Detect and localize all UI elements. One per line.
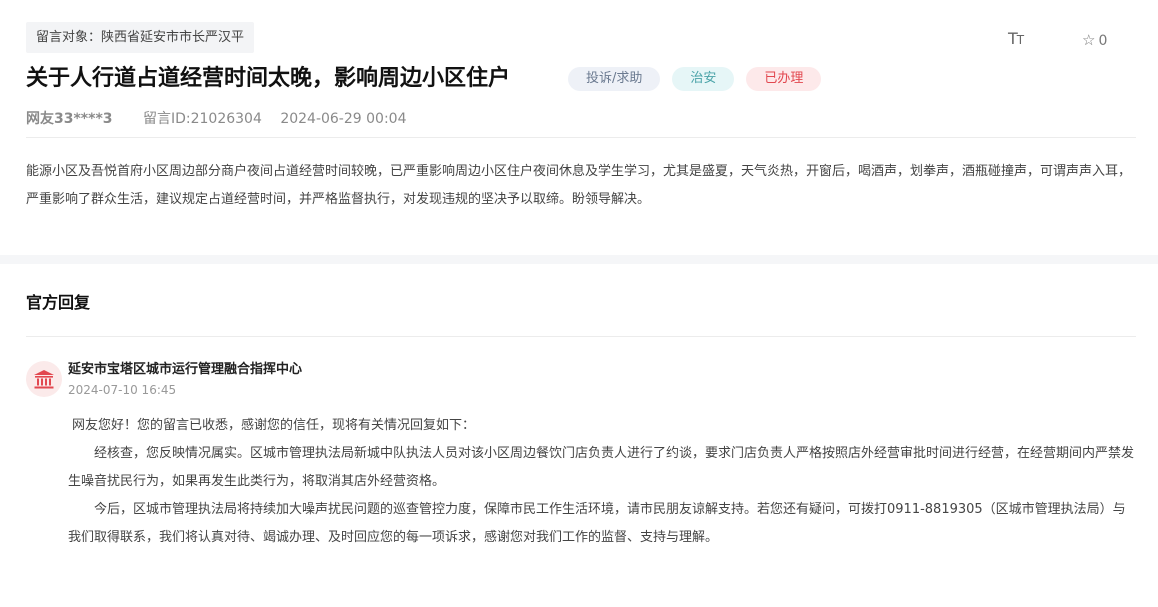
section-separator — [0, 255, 1158, 264]
tag-type: 投诉/求助 — [568, 67, 661, 91]
favorite-button[interactable]: ☆ 0 — [1082, 29, 1107, 51]
reply-paragraph-greeting: 网友您好！您的留言已收悉，感谢您的信任，现将有关情况回复如下： — [72, 418, 476, 433]
font-size-icon[interactable]: TT — [1008, 28, 1030, 50]
message-meta: 网友33****3 留言ID:21026304 2024-06-29 00:04 — [26, 108, 406, 130]
reply-paragraph-followup: 今后，区城市管理执法局将持续加大噪声扰民问题的巡查管控力度，保障市民工作生活环境… — [68, 502, 1126, 545]
message-card: 留言对象：陕西省延安市市长严汉平 TT ☆ 0 关于人行道占道经营时间太晚，影响周… — [0, 0, 1158, 255]
font-size-glyph-big: T — [1008, 29, 1018, 48]
government-building-icon-svg — [34, 370, 54, 389]
tag-field: 治安 — [672, 67, 735, 91]
star-outline-icon: ☆ — [1082, 31, 1096, 49]
page-title: 关于人行道占道经营时间太晚，影响周边小区住户 — [26, 66, 511, 91]
font-size-glyph-small: T — [1016, 33, 1024, 47]
reply-section-title: 官方回复 — [26, 293, 91, 312]
message-target-label: 留言对象：陕西省延安市市长严汉平 — [26, 22, 255, 53]
reply-content: 网友您好！您的留言已收悉，感谢您的信任，现将有关情况回复如下： 经核查，您反映情… — [68, 412, 1138, 552]
reply-divider — [26, 336, 1136, 337]
message-date: 2024-06-29 00:04 — [280, 111, 407, 127]
message-content: 能源小区及吾悦首府小区周边部分商户夜间占道经营时间较晚，已严重影响周边小区住户夜… — [26, 164, 1132, 207]
author-name: 网友33****3 — [26, 111, 113, 127]
tag-group: 投诉/求助 治安 已办理 — [568, 67, 822, 91]
meta-divider — [26, 137, 1136, 138]
message-id: 留言ID:21026304 — [142, 111, 262, 127]
favorite-count: 0 — [1098, 33, 1108, 49]
government-building-icon — [26, 361, 62, 397]
reply-org-name: 延安市宝塔区城市运行管理融合指挥中心 — [68, 362, 303, 377]
reply-paragraph-findings: 经核查，您反映情况属实。区城市管理执法局新城中队执法人员对该小区周边餐饮门店负责… — [68, 446, 1135, 489]
status-badge: 已办理 — [746, 67, 822, 91]
reply-time: 2024-07-10 16:45 — [68, 383, 177, 397]
